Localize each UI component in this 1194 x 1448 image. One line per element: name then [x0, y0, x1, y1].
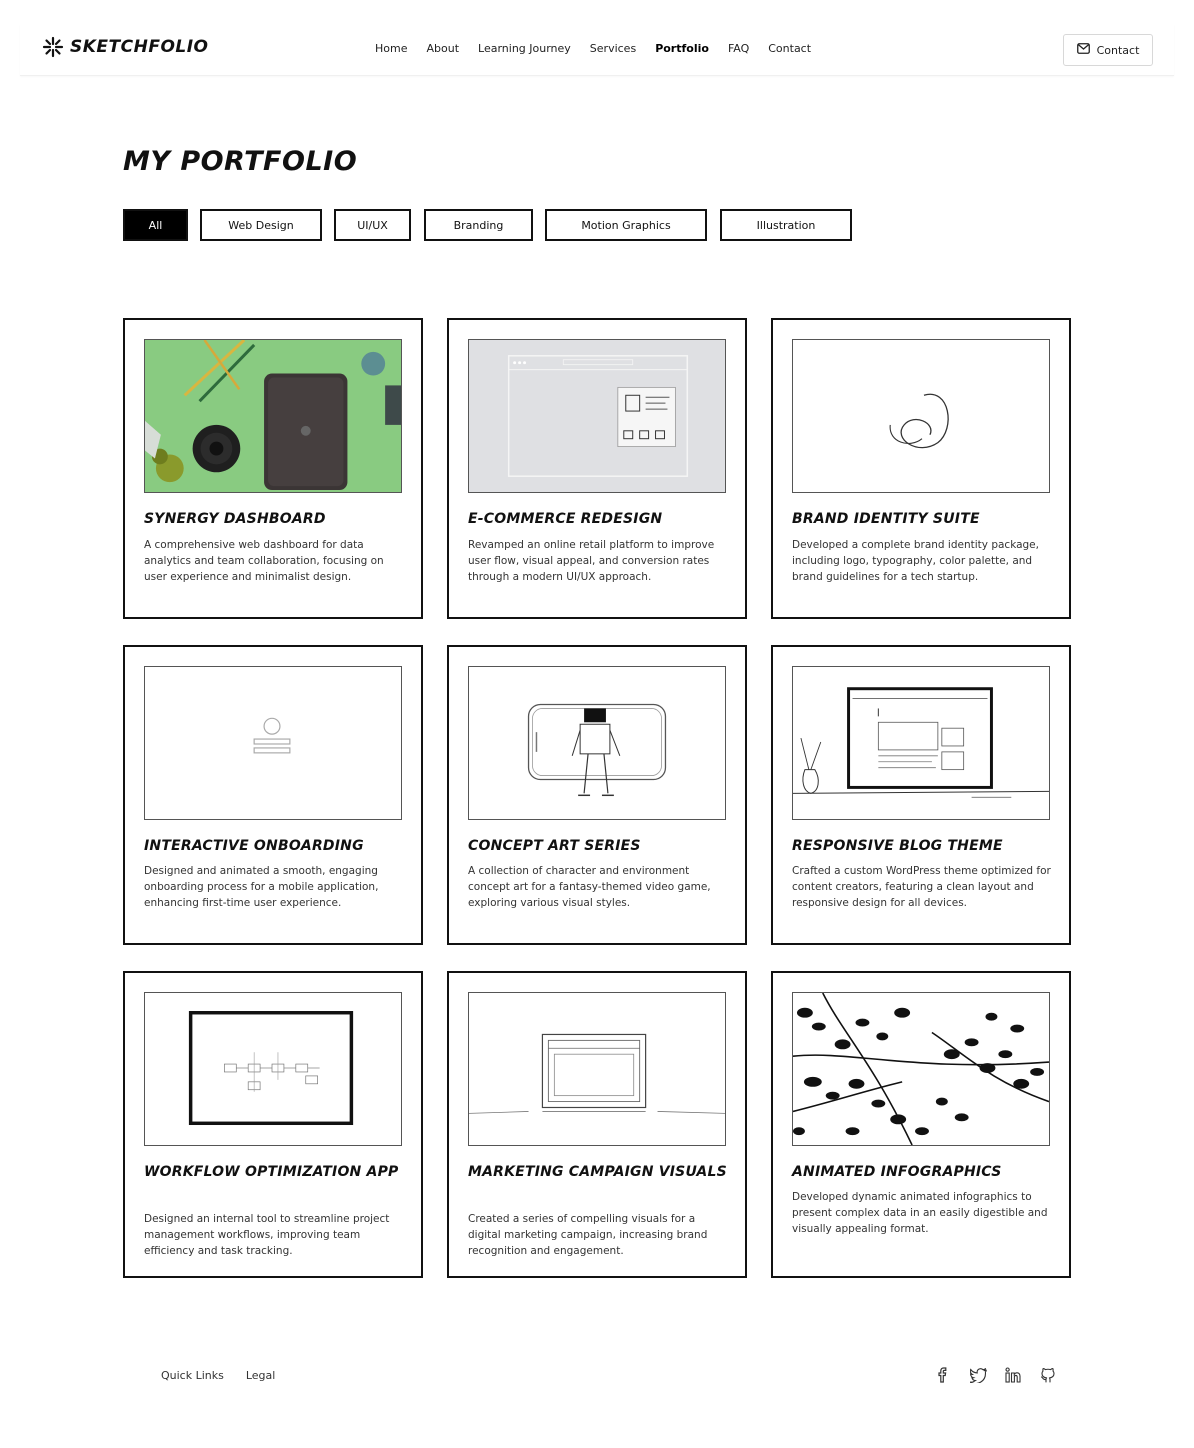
site-header: Sketchfolio Home About Learning Journey …: [20, 24, 1174, 76]
project-title: E-Commerce Redesign: [468, 511, 663, 527]
project-card[interactable]: E-Commerce Redesign Revamped an online r…: [447, 318, 747, 619]
project-card[interactable]: Marketing Campaign Visuals Created a ser…: [447, 971, 747, 1278]
twitter-icon[interactable]: [969, 1366, 987, 1384]
nav-portfolio[interactable]: Portfolio: [655, 42, 709, 55]
project-title: Concept Art Series: [468, 838, 641, 854]
logo[interactable]: Sketchfolio: [42, 36, 209, 58]
nav-faq[interactable]: FAQ: [728, 42, 749, 55]
filter-web-design[interactable]: Web Design: [200, 209, 322, 241]
project-title: Animated Infographics: [792, 1164, 1002, 1180]
social-links: [934, 1366, 1057, 1384]
project-description: A comprehensive web dashboard for data a…: [144, 539, 384, 583]
main-nav: Home About Learning Journey Services Por…: [375, 42, 811, 55]
project-card[interactable]: Workflow Optimization App Designed an in…: [123, 971, 423, 1278]
sparkle-icon: [42, 36, 64, 58]
nav-learning-journey[interactable]: Learning Journey: [478, 42, 571, 55]
project-image-synergy: [144, 339, 402, 493]
mail-icon: [1076, 43, 1090, 57]
project-card[interactable]: Concept Art Series A collection of chara…: [447, 645, 747, 945]
project-description: Developed a complete brand identity pack…: [792, 539, 1039, 583]
project-card[interactable]: Brand Identity Suite Developed a complet…: [771, 318, 1071, 619]
project-description: Developed dynamic animated infographics …: [792, 1191, 1048, 1235]
contact-button[interactable]: Contact: [1063, 34, 1153, 66]
filter-illustration[interactable]: Illustration: [720, 209, 852, 241]
project-description: A collection of character and environmen…: [468, 865, 711, 909]
project-title: Brand Identity Suite: [792, 511, 980, 527]
project-image-brand-identity: [792, 339, 1050, 493]
github-icon[interactable]: [1039, 1366, 1057, 1384]
project-title: Responsive Blog Theme: [792, 838, 1003, 854]
project-title: Marketing Campaign Visuals: [468, 1164, 727, 1180]
facebook-icon[interactable]: [934, 1366, 952, 1384]
project-card[interactable]: Synergy Dashboard A comprehensive web da…: [123, 318, 423, 619]
project-image-infographics: [792, 992, 1050, 1146]
nav-contact[interactable]: Contact: [768, 42, 811, 55]
brand-name: Sketchfolio: [70, 37, 209, 57]
page-title: My Portfolio: [123, 146, 358, 177]
filter-motion-graphics[interactable]: Motion Graphics: [545, 209, 707, 241]
footer-link-quick-links[interactable]: Quick Links: [161, 1369, 224, 1382]
project-image-ecommerce: [468, 339, 726, 493]
project-image-workflow: [144, 992, 402, 1146]
footer-links: Quick Links Legal: [161, 1369, 275, 1382]
project-card[interactable]: Interactive Onboarding Designed and anim…: [123, 645, 423, 945]
project-description: Designed an internal tool to streamline …: [144, 1213, 390, 1257]
filter-ui-ux[interactable]: UI/UX: [334, 209, 411, 241]
contact-button-label: Contact: [1096, 43, 1140, 57]
project-description: Revamped an online retail platform to im…: [468, 539, 715, 583]
project-card[interactable]: Animated Infographics Developed dynamic …: [771, 971, 1071, 1278]
project-description: Created a series of compelling visuals f…: [468, 1213, 708, 1257]
project-title: Workflow Optimization App: [144, 1164, 399, 1180]
filter-branding[interactable]: Branding: [424, 209, 533, 241]
project-card[interactable]: Responsive Blog Theme Crafted a custom W…: [771, 645, 1071, 945]
project-description: Crafted a custom WordPress theme optimiz…: [792, 865, 1051, 909]
project-image-marketing: [468, 992, 726, 1146]
nav-home[interactable]: Home: [375, 42, 407, 55]
filter-all[interactable]: All: [123, 209, 188, 241]
nav-about[interactable]: About: [426, 42, 459, 55]
project-description: Designed and animated a smooth, engaging…: [144, 865, 379, 909]
footer-link-legal[interactable]: Legal: [246, 1369, 275, 1382]
linkedin-icon[interactable]: [1004, 1366, 1022, 1384]
project-title: Interactive Onboarding: [144, 838, 364, 854]
project-title: Synergy Dashboard: [144, 511, 326, 527]
project-image-concept-art: [468, 666, 726, 820]
project-image-blog-theme: [792, 666, 1050, 820]
project-image-onboarding: [144, 666, 402, 820]
nav-services[interactable]: Services: [590, 42, 636, 55]
